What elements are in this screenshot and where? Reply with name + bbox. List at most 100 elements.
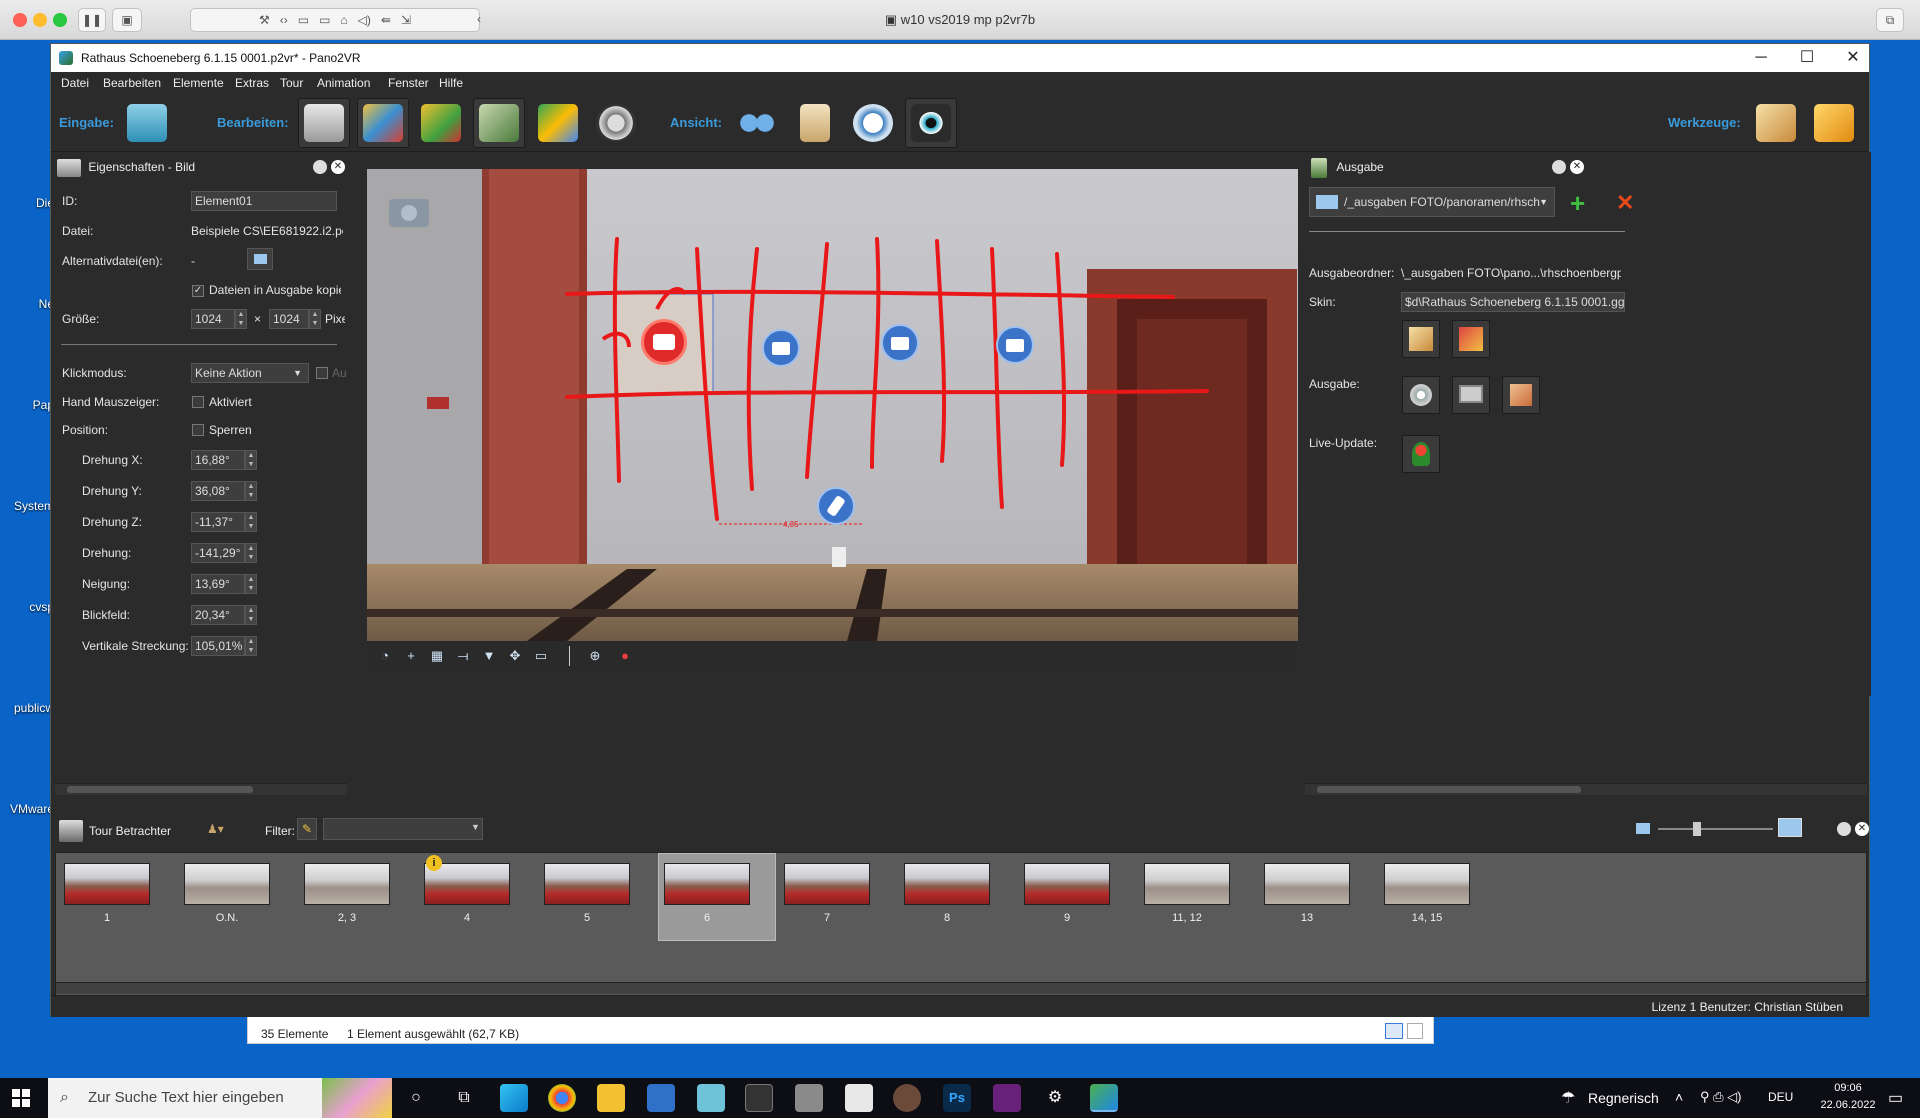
move-icon[interactable]: ✥: [505, 647, 525, 665]
vertical-stretch-field[interactable]: 105,01%: [191, 636, 245, 656]
lock-position-checkbox[interactable]: [192, 424, 204, 436]
fullscreen-icon[interactable]: ⧉: [1876, 8, 1904, 32]
chevron-down-icon[interactable]: ▼: [471, 822, 480, 832]
desktop-icon-label[interactable]: cvsp: [0, 600, 54, 614]
compass-icon[interactable]: ◔: [375, 647, 395, 665]
rot-x-field[interactable]: 16,88°: [191, 450, 245, 470]
game-icon[interactable]: [893, 1084, 921, 1112]
width-field[interactable]: 1024: [191, 309, 235, 329]
rotation-field[interactable]: -141,29°: [191, 543, 245, 563]
camera-hotspot[interactable]: [762, 329, 800, 367]
editor-icon[interactable]: [845, 1084, 873, 1112]
google-maps-button[interactable]: [532, 98, 584, 148]
desktop-icon-label[interactable]: Ne: [0, 297, 54, 311]
windows-start-icon[interactable]: [12, 1089, 30, 1107]
file-explorer-icon[interactable]: [597, 1084, 625, 1112]
panorama-thumbnail[interactable]: [64, 863, 150, 905]
fov-field[interactable]: 20,34°: [191, 605, 245, 625]
id-field[interactable]: Element01: [191, 191, 337, 211]
selected-camera-hotspot[interactable]: [641, 319, 687, 365]
weather-label[interactable]: Regnerisch: [1588, 1090, 1659, 1106]
desktop-icon-label[interactable]: Pap: [0, 398, 54, 412]
fov-stepper[interactable]: ▲ ▼: [245, 605, 257, 625]
task-view-icon[interactable]: ⧉: [450, 1084, 478, 1112]
copy-files-checkbox[interactable]: ✓: [192, 285, 204, 297]
menu-extras[interactable]: Extras: [235, 76, 269, 90]
height-field[interactable]: 1024: [269, 309, 309, 329]
panorama-thumbnail[interactable]: [304, 863, 390, 905]
filter-input[interactable]: [323, 818, 483, 840]
patches-button[interactable]: [357, 98, 409, 148]
menu-elemente[interactable]: Elemente: [173, 76, 224, 90]
delete-output-icon[interactable]: ✕: [1616, 190, 1634, 216]
color-circles-icon[interactable]: ●: [615, 647, 635, 665]
edge-icon[interactable]: [500, 1084, 528, 1112]
tool-package-button[interactable]: [1808, 98, 1860, 148]
funnel-icon[interactable]: ▼: [479, 647, 499, 665]
tilt-stepper[interactable]: ▲ ▼: [245, 574, 257, 594]
close-panel-icon[interactable]: ✕: [1855, 822, 1869, 836]
scrollbar-thumb[interactable]: [1317, 786, 1581, 793]
rot-z-field[interactable]: -11,37°: [191, 512, 245, 532]
tour-scrollbar[interactable]: [56, 982, 1866, 994]
menu-tour[interactable]: Tour: [280, 76, 303, 90]
skin-editor-button[interactable]: [1402, 320, 1440, 358]
clock-time[interactable]: 09:06: [1820, 1082, 1876, 1094]
large-thumb-icon[interactable]: [1778, 818, 1802, 837]
preview-output-button[interactable]: [1452, 376, 1490, 414]
float-panel-icon[interactable]: [313, 160, 327, 174]
chrome-icon[interactable]: [548, 1084, 576, 1112]
menu-datei[interactable]: Datei: [61, 76, 89, 90]
panorama-thumbnail[interactable]: [664, 863, 750, 905]
tilt-field[interactable]: 13,69°: [191, 574, 245, 594]
viewing-parameters-button[interactable]: [298, 98, 350, 148]
rotation-stepper[interactable]: ▲ ▼: [245, 543, 257, 563]
panorama-thumbnail[interactable]: [904, 863, 990, 905]
desktop-icon-label[interactable]: Die: [0, 196, 54, 210]
thumb-size-slider[interactable]: [1658, 822, 1773, 836]
ruler-icon[interactable]: ⟞: [453, 647, 473, 665]
close-panel-icon[interactable]: ✕: [1570, 160, 1584, 174]
cortana-icon[interactable]: ○: [402, 1084, 430, 1112]
filter-tag-icon[interactable]: ✎: [297, 818, 317, 840]
properties-scrollbar[interactable]: [55, 783, 347, 795]
taskbar-search-input[interactable]: ⌕ Zur Suche Text hier eingeben: [48, 1078, 392, 1118]
hand-cursor-checkbox[interactable]: [192, 396, 204, 408]
rot-z-stepper[interactable]: ▲ ▼: [245, 512, 257, 532]
info-badge-icon[interactable]: i: [426, 855, 442, 871]
output-folder-value[interactable]: \_ausgaben FOTO\pano...\rhschoenbergplan…: [1401, 266, 1621, 280]
minimize-button[interactable]: ─: [1738, 44, 1784, 72]
menu-animation[interactable]: Animation: [317, 76, 370, 90]
weather-icon[interactable]: ☂: [1561, 1088, 1575, 1108]
pano2vr-taskbar-icon[interactable]: [1090, 1084, 1118, 1112]
rot-y-stepper[interactable]: ▲ ▼: [245, 481, 257, 501]
panorama-thumbnail[interactable]: [784, 863, 870, 905]
details-view-icon[interactable]: [1385, 1023, 1403, 1039]
output-scrollbar[interactable]: [1305, 783, 1867, 795]
crosshair-plus-icon[interactable]: +: [401, 647, 421, 665]
float-panel-icon[interactable]: [1552, 160, 1566, 174]
settings-gear-icon[interactable]: ⚙: [1041, 1084, 1069, 1112]
skin-tools-button[interactable]: [1452, 320, 1490, 358]
panorama-thumbnail[interactable]: [1384, 863, 1470, 905]
menu-fenster[interactable]: Fenster: [388, 76, 429, 90]
tool-wizard-button[interactable]: [1750, 98, 1802, 148]
desktop-icon-label[interactable]: System: [0, 499, 54, 513]
rot-y-field[interactable]: 36,08°: [191, 481, 245, 501]
live-update-button[interactable]: [1402, 435, 1440, 473]
close-panel-icon[interactable]: ✕: [331, 160, 345, 174]
tour-browser-button[interactable]: [847, 98, 899, 148]
height-stepper[interactable]: ▲ ▼: [309, 309, 321, 329]
camera-hotspot[interactable]: [881, 324, 919, 362]
click-mode-select[interactable]: Keine Aktion ▼: [191, 363, 309, 383]
skin-field[interactable]: $d\Rathaus Schoeneberg 6.1.15 0001.ggsk: [1401, 292, 1625, 312]
desktop-icon-label[interactable]: publicw: [0, 701, 54, 715]
network-drive-icon[interactable]: [795, 1084, 823, 1112]
menu-hilfe[interactable]: Hilfe: [439, 76, 463, 90]
notification-icon[interactable]: ▭: [1888, 1088, 1903, 1108]
tray-chevron-icon[interactable]: ˄: [1675, 1089, 1683, 1105]
grid-icon[interactable]: ▦: [427, 647, 447, 665]
float-panel-icon[interactable]: [1837, 822, 1851, 836]
generate-output-button[interactable]: [1502, 376, 1540, 414]
sort-menu-icon[interactable]: ♟▾: [207, 822, 233, 838]
